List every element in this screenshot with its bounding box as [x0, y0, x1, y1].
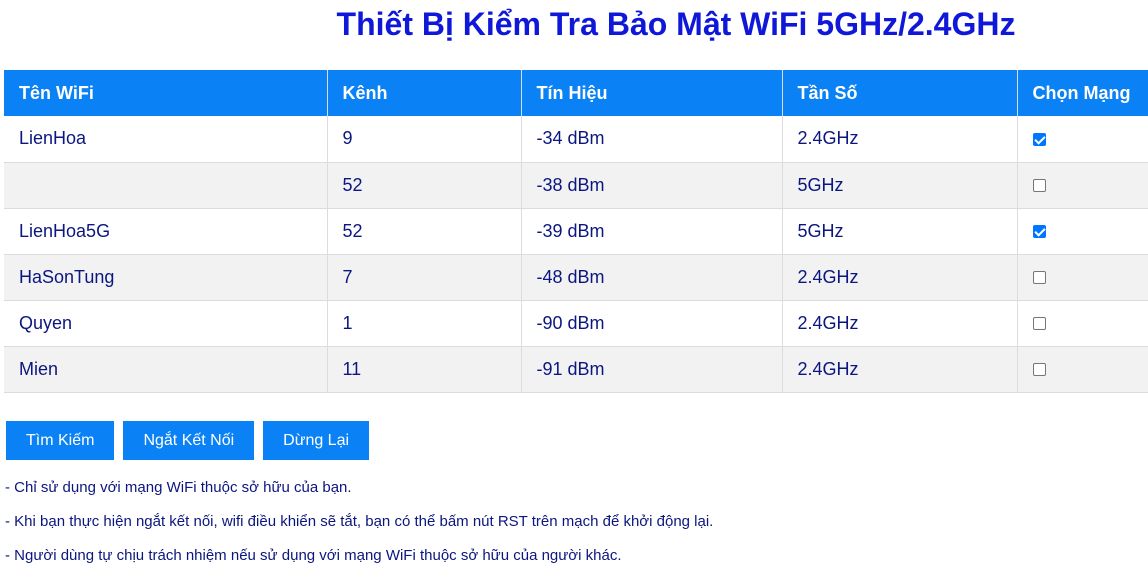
cell-signal: -34 dBm: [521, 116, 783, 163]
cell-wifi-name: Mien: [4, 346, 328, 393]
cell-wifi-name: Quyen: [4, 300, 328, 347]
cell-channel: 52: [327, 208, 522, 255]
cell-signal: -38 dBm: [521, 162, 783, 209]
table-row: LienHoa 9 -34 dBm 2.4GHz: [4, 116, 1148, 163]
cell-signal: -91 dBm: [521, 346, 783, 393]
cell-select: [1017, 346, 1148, 393]
header-channel: Kênh: [327, 70, 522, 116]
page-title: Thiết Bị Kiểm Tra Bảo Mật WiFi 5GHz/2.4G…: [336, 6, 1016, 42]
select-network-checkbox[interactable]: [1032, 271, 1046, 285]
select-network-checkbox[interactable]: [1032, 317, 1046, 331]
table-row: Quyen 1 -90 dBm 2.4GHz: [4, 300, 1148, 347]
cell-select: [1017, 162, 1148, 209]
cell-channel: 52: [327, 162, 522, 209]
cell-select: [1017, 254, 1148, 301]
select-network-checkbox[interactable]: [1032, 133, 1046, 146]
usage-notes: - Chỉ sử dụng với mạng WiFi thuộc sở hữu…: [5, 478, 713, 580]
action-buttons: Tìm Kiếm Ngắt Kết Nối Dừng Lại: [6, 421, 370, 460]
cell-frequency: 2.4GHz: [782, 346, 1018, 393]
cell-frequency: 5GHz: [782, 162, 1018, 209]
select-network-checkbox[interactable]: [1032, 363, 1046, 377]
cell-frequency: 2.4GHz: [782, 300, 1018, 347]
header-wifi-name: Tên WiFi: [4, 70, 328, 116]
cell-wifi-name: LienHoa5G: [4, 208, 328, 255]
wifi-table: Tên WiFi Kênh Tín Hiệu Tần Số Chọn Mạng …: [4, 70, 1148, 393]
cell-channel: 1: [327, 300, 522, 347]
table-row: HaSonTung 7 -48 dBm 2.4GHz: [4, 254, 1148, 301]
select-network-checkbox[interactable]: [1032, 179, 1046, 193]
cell-wifi-name: [4, 162, 328, 209]
search-button[interactable]: Tìm Kiếm: [6, 421, 115, 460]
note-line: - Khi bạn thực hiện ngắt kết nối, wifi đ…: [5, 513, 714, 530]
cell-signal: -48 dBm: [521, 254, 783, 301]
table-header-row: Tên WiFi Kênh Tín Hiệu Tần Số Chọn Mạng: [4, 70, 1148, 116]
cell-select: [1017, 300, 1148, 347]
table-row: Mien 11 -91 dBm 2.4GHz: [4, 346, 1148, 393]
cell-signal: -90 dBm: [521, 300, 783, 347]
note-line: - Chỉ sử dụng với mạng WiFi thuộc sở hữu…: [5, 479, 352, 496]
table-row: 52 -38 dBm 5GHz: [4, 162, 1148, 209]
cell-frequency: 5GHz: [782, 208, 1018, 255]
cell-channel: 9: [327, 116, 522, 163]
cell-wifi-name: HaSonTung: [4, 254, 328, 301]
cell-channel: 11: [327, 346, 522, 393]
cell-signal: -39 dBm: [521, 208, 783, 255]
note-line: - Người dùng tự chịu trách nhiệm nếu sử …: [5, 547, 622, 564]
cell-wifi-name: LienHoa: [4, 116, 328, 163]
cell-select: [1017, 116, 1148, 163]
select-network-checkbox[interactable]: [1032, 225, 1046, 239]
header-select-network: Chọn Mạng: [1017, 70, 1148, 116]
header-signal: Tín Hiệu: [521, 70, 783, 116]
cell-frequency: 2.4GHz: [782, 116, 1018, 163]
cell-select: [1017, 208, 1148, 255]
stop-button[interactable]: Dừng Lại: [263, 421, 370, 460]
cell-frequency: 2.4GHz: [782, 254, 1018, 301]
disconnect-button[interactable]: Ngắt Kết Nối: [123, 421, 255, 460]
header-frequency: Tần Số: [782, 70, 1018, 116]
cell-channel: 7: [327, 254, 522, 301]
table-row: LienHoa5G 52 -39 dBm 5GHz: [4, 208, 1148, 255]
